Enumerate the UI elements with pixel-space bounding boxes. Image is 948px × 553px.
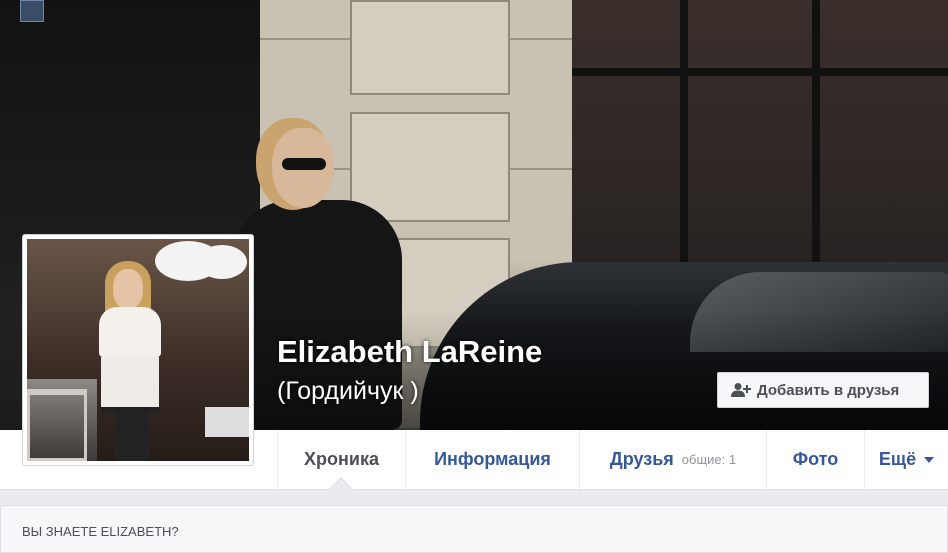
tab-friends-label: Друзья — [609, 449, 674, 469]
add-friend-button[interactable]: Добавить в друзья — [717, 372, 929, 408]
tab-photos-label: Фото — [792, 449, 839, 469]
stone-block — [350, 0, 510, 95]
tab-more[interactable]: Ещё — [864, 430, 948, 489]
profile-name[interactable]: Elizabeth LaReine — [277, 334, 542, 370]
profile-picture[interactable] — [22, 234, 254, 466]
do-you-know-title: ВЫ ЗНАЕТЕ ELIZABETH? — [22, 524, 179, 539]
tab-about-label: Информация — [434, 449, 551, 469]
mutual-friends-count: общие: 1 — [681, 452, 737, 467]
person-plus-icon — [731, 383, 751, 397]
tab-about[interactable]: Информация — [405, 430, 579, 489]
tab-photos[interactable]: Фото — [766, 430, 864, 489]
picture-right-table — [205, 407, 249, 437]
profile-alternate-name: (Гордийчук ) — [277, 377, 419, 405]
balloon — [197, 245, 247, 279]
picture-woman-skirt — [101, 357, 159, 413]
tab-timeline-label: Хроника — [304, 449, 379, 469]
picture-woman-top — [99, 307, 161, 357]
tab-more-label: Ещё — [878, 449, 917, 469]
cover-corner-icon — [20, 0, 44, 22]
cover-sunglasses — [282, 158, 326, 170]
window-mullion — [572, 68, 948, 76]
picture-woman-legs — [115, 413, 149, 461]
caret-down-icon — [924, 456, 935, 463]
profile-picture-image — [27, 239, 249, 461]
stone-block — [350, 112, 510, 222]
picture-chair — [27, 389, 87, 461]
add-friend-label: Добавить в друзья — [757, 381, 900, 399]
do-you-know-section: ВЫ ЗНАЕТЕ ELIZABETH? — [0, 505, 948, 553]
tab-friends[interactable]: Друзья общие: 1 — [579, 430, 766, 489]
picture-woman-face — [113, 269, 143, 309]
